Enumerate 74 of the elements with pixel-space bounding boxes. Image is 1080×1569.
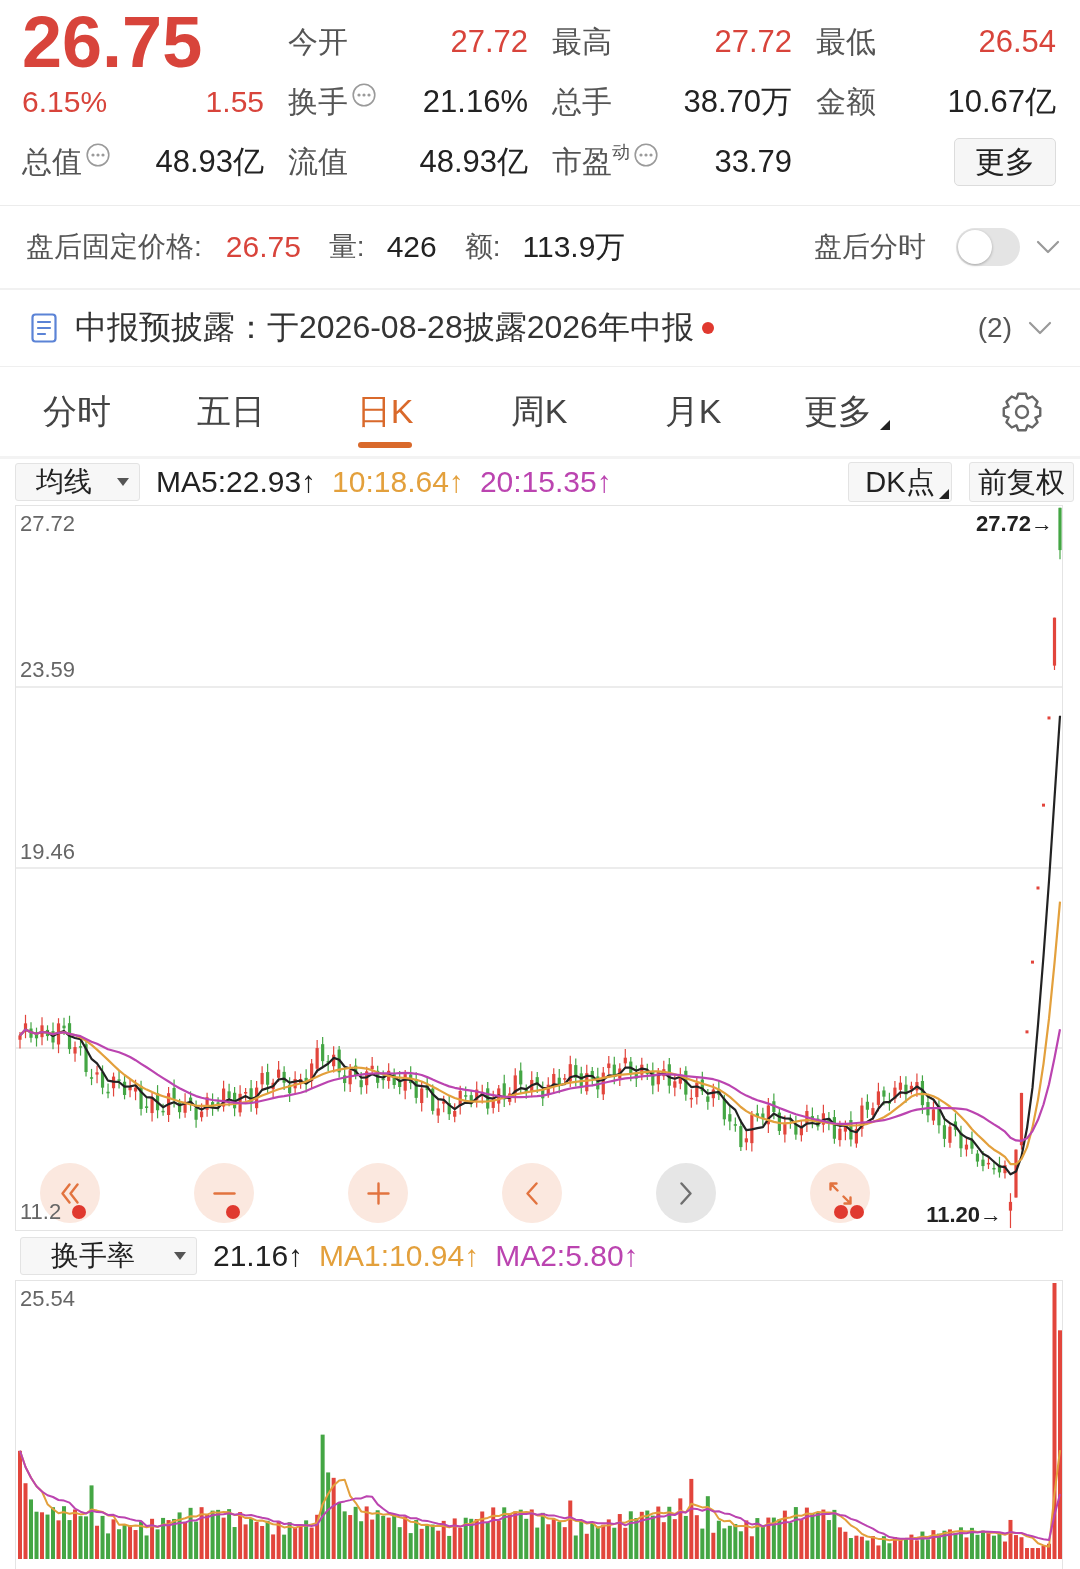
volume-value: 426 bbox=[386, 230, 437, 264]
stat-label: 今开 bbox=[288, 24, 348, 60]
legend-value: 10:18.64↑ bbox=[332, 465, 464, 499]
intraday-label: 盘后分时 bbox=[814, 230, 926, 264]
indicator-dropdown[interactable]: 均线 bbox=[15, 463, 140, 501]
period-tab[interactable]: 周K bbox=[462, 367, 616, 456]
document-icon bbox=[31, 313, 57, 343]
amount-value: 113.9万 bbox=[522, 228, 626, 265]
chevron-right-icon bbox=[680, 1181, 692, 1205]
back-button[interactable] bbox=[502, 1163, 562, 1223]
chart-option-button[interactable]: 前复权 bbox=[969, 462, 1074, 502]
zoom-out-button[interactable] bbox=[194, 1163, 254, 1223]
stat-value: 10.67亿 bbox=[947, 83, 1056, 121]
last-price: 26.75 bbox=[22, 11, 203, 73]
change-percent: 6.15% bbox=[22, 85, 108, 119]
price-marker: 11.20→ bbox=[926, 1203, 1002, 1227]
chart-option-button[interactable]: DK点 bbox=[848, 462, 952, 502]
stat-label: 金额 bbox=[816, 84, 876, 120]
stat-label: 总值 bbox=[22, 144, 82, 180]
indicator-dropdown[interactable]: 换手率 bbox=[20, 1236, 197, 1275]
axis-label: 11.2 bbox=[20, 1200, 62, 1224]
stat-value: 48.93亿 bbox=[155, 143, 264, 181]
axis-label: 19.46 bbox=[20, 840, 76, 864]
amount-label: 额: bbox=[464, 230, 501, 264]
period-tab[interactable]: 分时 bbox=[0, 367, 154, 456]
period-tab[interactable]: 更多 bbox=[770, 367, 924, 456]
stat-value: 26.54 bbox=[978, 24, 1056, 60]
stat-label: 市盈$^{动}$ bbox=[552, 144, 630, 180]
notice-text: 中报预披露：于2026-08-28披露2026年中报 bbox=[75, 308, 694, 347]
notice-count: (2) bbox=[977, 312, 1012, 344]
caret-down-icon bbox=[117, 478, 129, 486]
axis-label: 27.72 bbox=[20, 512, 76, 536]
plus-icon bbox=[366, 1181, 390, 1205]
more-button[interactable]: 更多 bbox=[954, 138, 1056, 186]
after-hours-label: 盘后固定价格: bbox=[26, 230, 202, 264]
info-icon[interactable] bbox=[634, 143, 658, 167]
stat-label: 总手 bbox=[552, 84, 612, 120]
legend-value: 21.16↑ bbox=[213, 1238, 304, 1273]
chevron-down-icon[interactable] bbox=[1028, 321, 1052, 335]
stat-label: 换手 bbox=[288, 84, 348, 120]
stat-label: 流值 bbox=[288, 144, 348, 180]
axis-label: 23.59 bbox=[20, 658, 76, 682]
price-change: 1.55 bbox=[205, 85, 264, 119]
after-hours-price: 26.75 bbox=[225, 230, 301, 264]
stat-value: 33.79 bbox=[714, 144, 792, 180]
period-tab[interactable]: 月K bbox=[616, 367, 770, 456]
stat-label: 最低 bbox=[816, 24, 876, 60]
stat-value: 21.16% bbox=[422, 84, 528, 120]
double-chevron-left-icon bbox=[61, 1182, 79, 1204]
chevron-down-icon[interactable] bbox=[1036, 240, 1060, 254]
diagonal-arrows-icon bbox=[828, 1181, 852, 1205]
legend-value: 20:15.35↑ bbox=[479, 465, 612, 499]
fullscreen-button[interactable] bbox=[810, 1163, 870, 1223]
info-icon[interactable] bbox=[352, 83, 376, 107]
minus-icon bbox=[212, 1191, 236, 1195]
stat-value: 27.72 bbox=[450, 24, 528, 60]
stat-value: 48.93亿 bbox=[419, 143, 528, 181]
caret-down-icon bbox=[174, 1251, 186, 1260]
axis-label: 25.54 bbox=[20, 1287, 76, 1311]
settings-icon[interactable] bbox=[1002, 391, 1042, 432]
legend-value: MA2:5.80↑ bbox=[495, 1238, 639, 1273]
legend-value: MA5:22.93↑ bbox=[156, 465, 317, 499]
volume-label: 量: bbox=[328, 230, 365, 264]
info-icon[interactable] bbox=[86, 143, 110, 167]
stat-value: 38.70万 bbox=[683, 83, 792, 121]
stat-label: 最高 bbox=[552, 24, 612, 60]
legend-value: MA1:10.94↑ bbox=[319, 1238, 480, 1273]
stat-value: 27.72 bbox=[714, 24, 792, 60]
chevron-left-icon bbox=[526, 1181, 538, 1205]
toggle-switch[interactable] bbox=[956, 228, 1020, 266]
price-marker: 27.72→ bbox=[975, 512, 1053, 536]
period-tab[interactable]: 五日 bbox=[154, 367, 308, 456]
zoom-in-button[interactable] bbox=[348, 1163, 408, 1223]
period-tab[interactable]: 日K bbox=[308, 367, 462, 456]
